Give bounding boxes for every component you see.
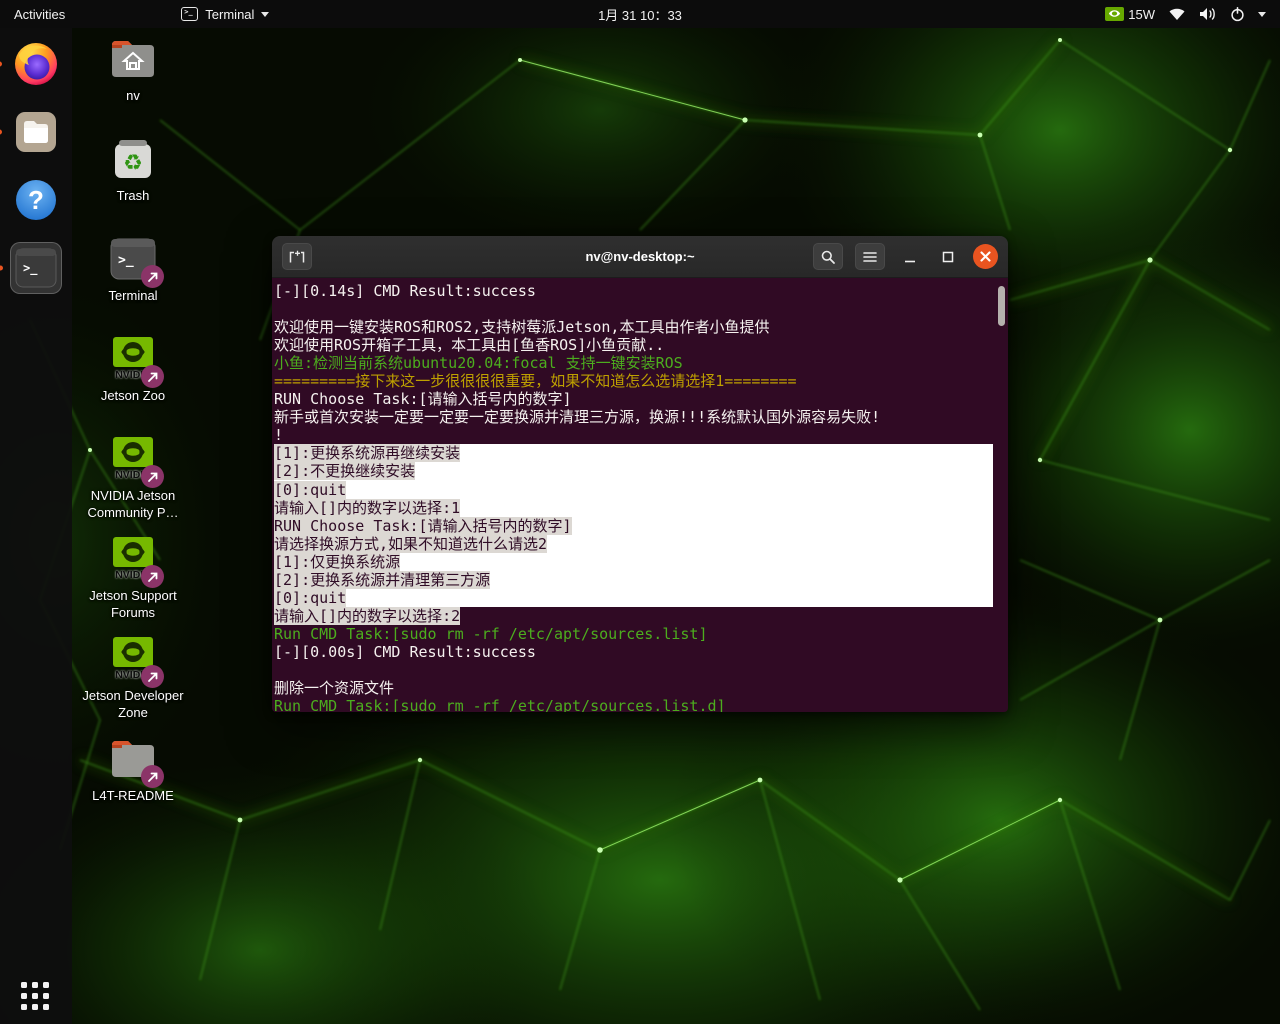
svg-text:♻: ♻ [123, 150, 143, 175]
desktop-icon-terminal[interactable]: >_ Terminal [77, 234, 189, 304]
terminal-line: 小鱼:检测当前系统ubuntu20.04:focal 支持一键安装ROS [274, 354, 993, 372]
home-folder-icon [108, 37, 158, 81]
terminal-line: Run CMD Task:[sudo rm -rf /etc/apt/sourc… [274, 625, 993, 643]
dock-item-help[interactable]: ? [10, 174, 62, 226]
terminal-line: [1]:仅更换系统源 [274, 553, 993, 571]
dock-item-terminal[interactable]: >_ [10, 242, 62, 294]
minimize-icon [904, 251, 916, 263]
link-badge-icon [141, 565, 164, 588]
status-area[interactable]: 15W [1105, 0, 1280, 28]
top-bar: Activities >_ Terminal 1月 31 10：33 15W [0, 0, 1280, 28]
desktop-icon-label: Jetson Support Forums [79, 587, 187, 621]
activities-button[interactable]: Activities [0, 0, 79, 28]
chevron-down-icon [261, 12, 269, 17]
terminal-line: 请输入[]内的数字以选择:2 [274, 607, 993, 625]
terminal-line: Run CMD Task:[sudo rm -rf /etc/apt/sourc… [274, 697, 993, 712]
terminal-line: RUN Choose Task:[请输入括号内的数字] [274, 517, 993, 535]
search-icon [820, 249, 836, 265]
desktop-icon-nv[interactable]: nv [77, 34, 189, 104]
terminal-line: [0]:quit [274, 481, 993, 499]
volume-icon [1199, 7, 1217, 21]
running-indicator-dot [0, 266, 3, 271]
desktop-icon-jetson-support-forums[interactable]: NVIDIA Jetson Support Forums [77, 534, 189, 621]
terminal-mini-icon: >_ [181, 7, 198, 21]
link-badge-icon [141, 665, 164, 688]
terminal-line: 新手或首次安装一定要一定要一定要换源并清理三方源，换源!!!系统默认国外源容易失… [274, 408, 993, 426]
desktop-icon-label: Trash [117, 187, 150, 204]
terminal-line: [-][0.00s] CMD Result:success [274, 643, 993, 661]
desktop-icon-nvidia-jetson-community-p[interactable]: NVIDIA NVIDIA Jetson Community P… [77, 434, 189, 521]
power-mode-indicator: 15W [1105, 7, 1155, 22]
terminal-line: [0]:quit [274, 589, 993, 607]
app-menu-label: Terminal [205, 7, 254, 22]
terminal-line [274, 300, 993, 318]
terminal-line: 欢迎使用ROS开箱子工具，本工具由[鱼香ROS]小鱼贡献.. [274, 336, 993, 354]
terminal-titlebar[interactable]: nv@nv-desktop:~ [272, 236, 1008, 278]
trash-icon: ♻ [110, 136, 156, 182]
desktop-icon-trash[interactable]: ♻ Trash [77, 134, 189, 204]
new-tab-icon [288, 249, 306, 264]
terminal-line: 请输入[]内的数字以选择:1 [274, 499, 993, 517]
firefox-icon [13, 41, 59, 87]
dock-item-files[interactable] [10, 106, 62, 158]
desktop-icon-label: NVIDIA Jetson Community P… [79, 487, 187, 521]
desktop-icon-label: nv [126, 87, 140, 104]
svg-text:>_: >_ [23, 261, 38, 276]
terminal-line: 删除一个资源文件 [274, 679, 993, 697]
terminal-line: RUN Choose Task:[请输入括号内的数字] [274, 390, 993, 408]
power-icon [1230, 7, 1245, 22]
close-icon [980, 251, 991, 262]
link-badge-icon [141, 365, 164, 388]
window-menu-button[interactable] [855, 243, 885, 270]
dock-item-firefox[interactable] [10, 38, 62, 90]
terminal-line [274, 661, 993, 679]
scrollbar-thumb[interactable] [998, 286, 1005, 326]
wifi-icon [1168, 7, 1186, 21]
dock: ? >_ [0, 28, 72, 1024]
maximize-button[interactable] [935, 244, 961, 270]
running-indicator-dot [0, 62, 2, 67]
desktop-icon-jetson-developer-zone[interactable]: NVIDIA Jetson Developer Zone [77, 634, 189, 721]
terminal-line: 请选择换源方式,如果不知道选什么请选2 [274, 535, 993, 553]
terminal-icon: >_ [15, 248, 57, 288]
minimize-button[interactable] [897, 244, 923, 270]
close-button[interactable] [973, 244, 998, 269]
terminal-line: 欢迎使用一键安装ROS和ROS2,支持树莓派Jetson,本工具由作者小鱼提供 [274, 318, 993, 336]
desktop: Activities >_ Terminal 1月 31 10：33 15W [0, 0, 1280, 1024]
terminal-line: [-][0.14s] CMD Result:success [274, 282, 993, 300]
desktop-icon-label: Jetson Zoo [101, 387, 165, 404]
help-icon: ? [14, 178, 58, 222]
terminal-line: [1]:更换系统源再继续安装 [274, 444, 993, 462]
terminal-output[interactable]: [-][0.14s] CMD Result:success 欢迎使用一键安装ROS… [272, 278, 1008, 712]
app-menu-terminal[interactable]: >_ Terminal [171, 0, 279, 28]
running-indicator-dot [0, 130, 2, 135]
terminal-window: nv@nv-desktop:~ [-][0.14s [272, 236, 1008, 712]
show-applications-button[interactable] [21, 982, 51, 1012]
search-button[interactable] [813, 243, 843, 270]
menu-icon [863, 251, 877, 263]
maximize-icon [942, 251, 954, 263]
link-badge-icon [141, 765, 164, 788]
desktop-icon-l4t-readme[interactable]: L4T-README [77, 734, 189, 804]
terminal-line: ! [274, 426, 993, 444]
terminal-line: =========接下来这一步很很很很重要，如果不知道怎么选请选择1======… [274, 372, 993, 390]
desktop-icon-label: L4T-README [92, 787, 174, 804]
svg-text:>_: >_ [118, 253, 134, 268]
desktop-icon-jetson-zoo[interactable]: NVIDIA Jetson Zoo [77, 334, 189, 404]
desktop-icon-label: Jetson Developer Zone [79, 687, 187, 721]
chevron-down-icon [1258, 12, 1266, 17]
power-mode-label: 15W [1128, 7, 1155, 22]
desktop-icon-label: Terminal [108, 287, 157, 304]
new-tab-button[interactable] [282, 243, 312, 270]
link-badge-icon [141, 465, 164, 488]
nvidia-gpu-icon [1105, 7, 1124, 21]
link-badge-icon [141, 265, 164, 288]
terminal-line: [2]:不更换继续安装 [274, 462, 993, 480]
svg-text:?: ? [28, 185, 44, 215]
terminal-line: [2]:更换系统源并清理第三方源 [274, 571, 993, 589]
files-icon [14, 110, 58, 154]
